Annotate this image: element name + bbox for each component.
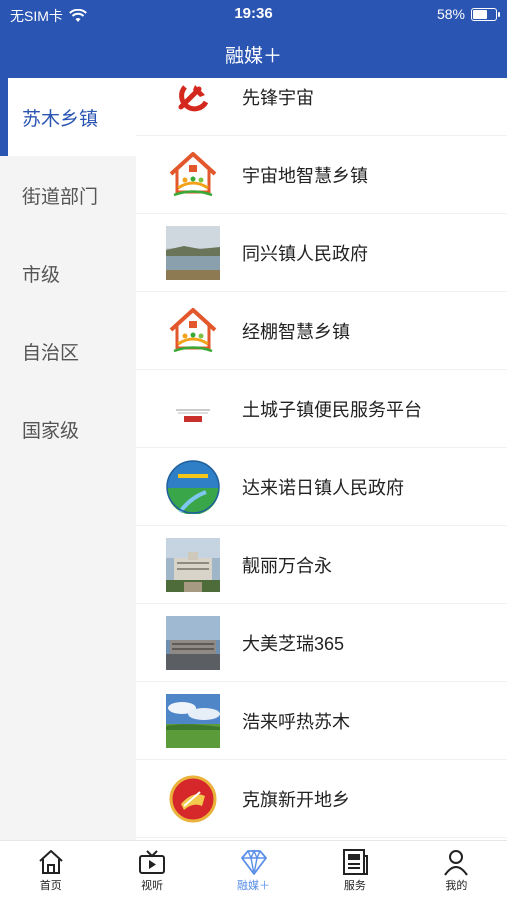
list-item[interactable]: 经棚智慧乡镇 bbox=[136, 292, 507, 370]
tab-service[interactable]: 服务 bbox=[304, 841, 405, 901]
tab-bar: 首页 视听 融媒＋ 服务 我的 bbox=[0, 840, 507, 901]
battery-group: 58% bbox=[436, 6, 500, 22]
list-item-title: 大美芝瑞365 bbox=[242, 633, 345, 654]
list-item[interactable]: 克旗新开地乡 bbox=[136, 760, 507, 838]
list-item[interactable]: 同兴镇人民政府 bbox=[136, 214, 507, 292]
tab-mine[interactable]: 我的 bbox=[406, 841, 507, 901]
building-photo bbox=[166, 537, 220, 592]
diamond-icon bbox=[240, 849, 267, 875]
newspaper-icon bbox=[342, 849, 368, 875]
list-item-title: 经棚智慧乡镇 bbox=[242, 321, 350, 342]
sidebar-item-label: 街道部门 bbox=[22, 186, 99, 208]
list-item-title: 浩来呼热苏木 bbox=[242, 711, 350, 732]
battery-icon bbox=[471, 7, 500, 21]
home-icon bbox=[39, 850, 63, 874]
list-item-title: 达来诺日镇人民政府 bbox=[242, 477, 404, 498]
calligraphy-logo bbox=[166, 382, 220, 436]
grassland-photo bbox=[166, 693, 220, 748]
status-bar: 无SIM卡 19:36 58% bbox=[0, 0, 507, 30]
landscape-photo bbox=[166, 225, 220, 280]
nav-bar: 融媒＋ bbox=[0, 30, 507, 78]
user-icon bbox=[444, 850, 469, 876]
tab-home[interactable]: 首页 bbox=[0, 841, 101, 901]
list-item-title: 克旗新开地乡 bbox=[242, 789, 350, 810]
tab-label: 首页 bbox=[39, 880, 62, 892]
party-emblem-icon bbox=[166, 78, 220, 124]
list-item[interactable]: 宇宙地智慧乡镇 bbox=[136, 136, 507, 214]
sidebar-item-autonomous-region[interactable]: 自治区 bbox=[0, 312, 136, 390]
sidebar-item-city-level[interactable]: 市级 bbox=[0, 234, 136, 312]
sidebar-item-sumu-town[interactable]: 苏木乡镇 bbox=[0, 78, 136, 156]
town-photo bbox=[166, 615, 220, 670]
tab-label: 融媒＋ bbox=[237, 880, 271, 892]
media-list: 先锋宇宙 宇宙地智慧乡镇 同兴镇人民政府 经棚智慧乡镇 土城子镇便民服务平台 达… bbox=[136, 78, 507, 840]
sidebar-item-label: 市级 bbox=[22, 264, 61, 286]
list-item-title: 靓丽万合永 bbox=[242, 555, 332, 576]
smart-house-icon bbox=[166, 304, 220, 358]
battery-percent: 58% bbox=[436, 6, 465, 22]
page-title: 融媒＋ bbox=[224, 45, 282, 67]
tab-video[interactable]: 视听 bbox=[101, 841, 202, 901]
round-badge-logo bbox=[166, 459, 220, 514]
sidebar-item-label: 国家级 bbox=[22, 420, 80, 442]
tab-rongmei[interactable]: 融媒＋ bbox=[203, 841, 304, 901]
smart-house-icon bbox=[166, 148, 220, 202]
list-item[interactable]: 大美芝瑞365 bbox=[136, 604, 507, 682]
list-item-title: 宇宙地智慧乡镇 bbox=[242, 165, 368, 186]
list-item[interactable]: 浩来呼热苏木 bbox=[136, 682, 507, 760]
youth-league-badge bbox=[166, 772, 220, 826]
tab-label: 我的 bbox=[445, 880, 468, 892]
list-item[interactable]: 先锋宇宙 bbox=[136, 78, 507, 136]
tab-label: 服务 bbox=[343, 880, 366, 892]
sidebar-item-label: 自治区 bbox=[22, 342, 80, 364]
list-item[interactable]: 土城子镇便民服务平台 bbox=[136, 370, 507, 448]
list-item-title: 土城子镇便民服务平台 bbox=[242, 399, 422, 420]
clock: 19:36 bbox=[234, 5, 273, 22]
sidebar-item-street-dept[interactable]: 街道部门 bbox=[0, 156, 136, 234]
list-item[interactable]: 达来诺日镇人民政府 bbox=[136, 448, 507, 526]
sidebar-item-label: 苏木乡镇 bbox=[22, 108, 99, 130]
tv-icon bbox=[139, 850, 166, 874]
list-item[interactable]: 靓丽万合永 bbox=[136, 526, 507, 604]
tab-label: 视听 bbox=[141, 880, 164, 892]
list-item-title: 同兴镇人民政府 bbox=[242, 243, 368, 264]
list-item-title: 先锋宇宙 bbox=[242, 87, 314, 108]
sidebar-item-national-level[interactable]: 国家级 bbox=[0, 390, 136, 468]
category-sidebar: 苏木乡镇 街道部门 市级 自治区 国家级 bbox=[0, 78, 136, 840]
